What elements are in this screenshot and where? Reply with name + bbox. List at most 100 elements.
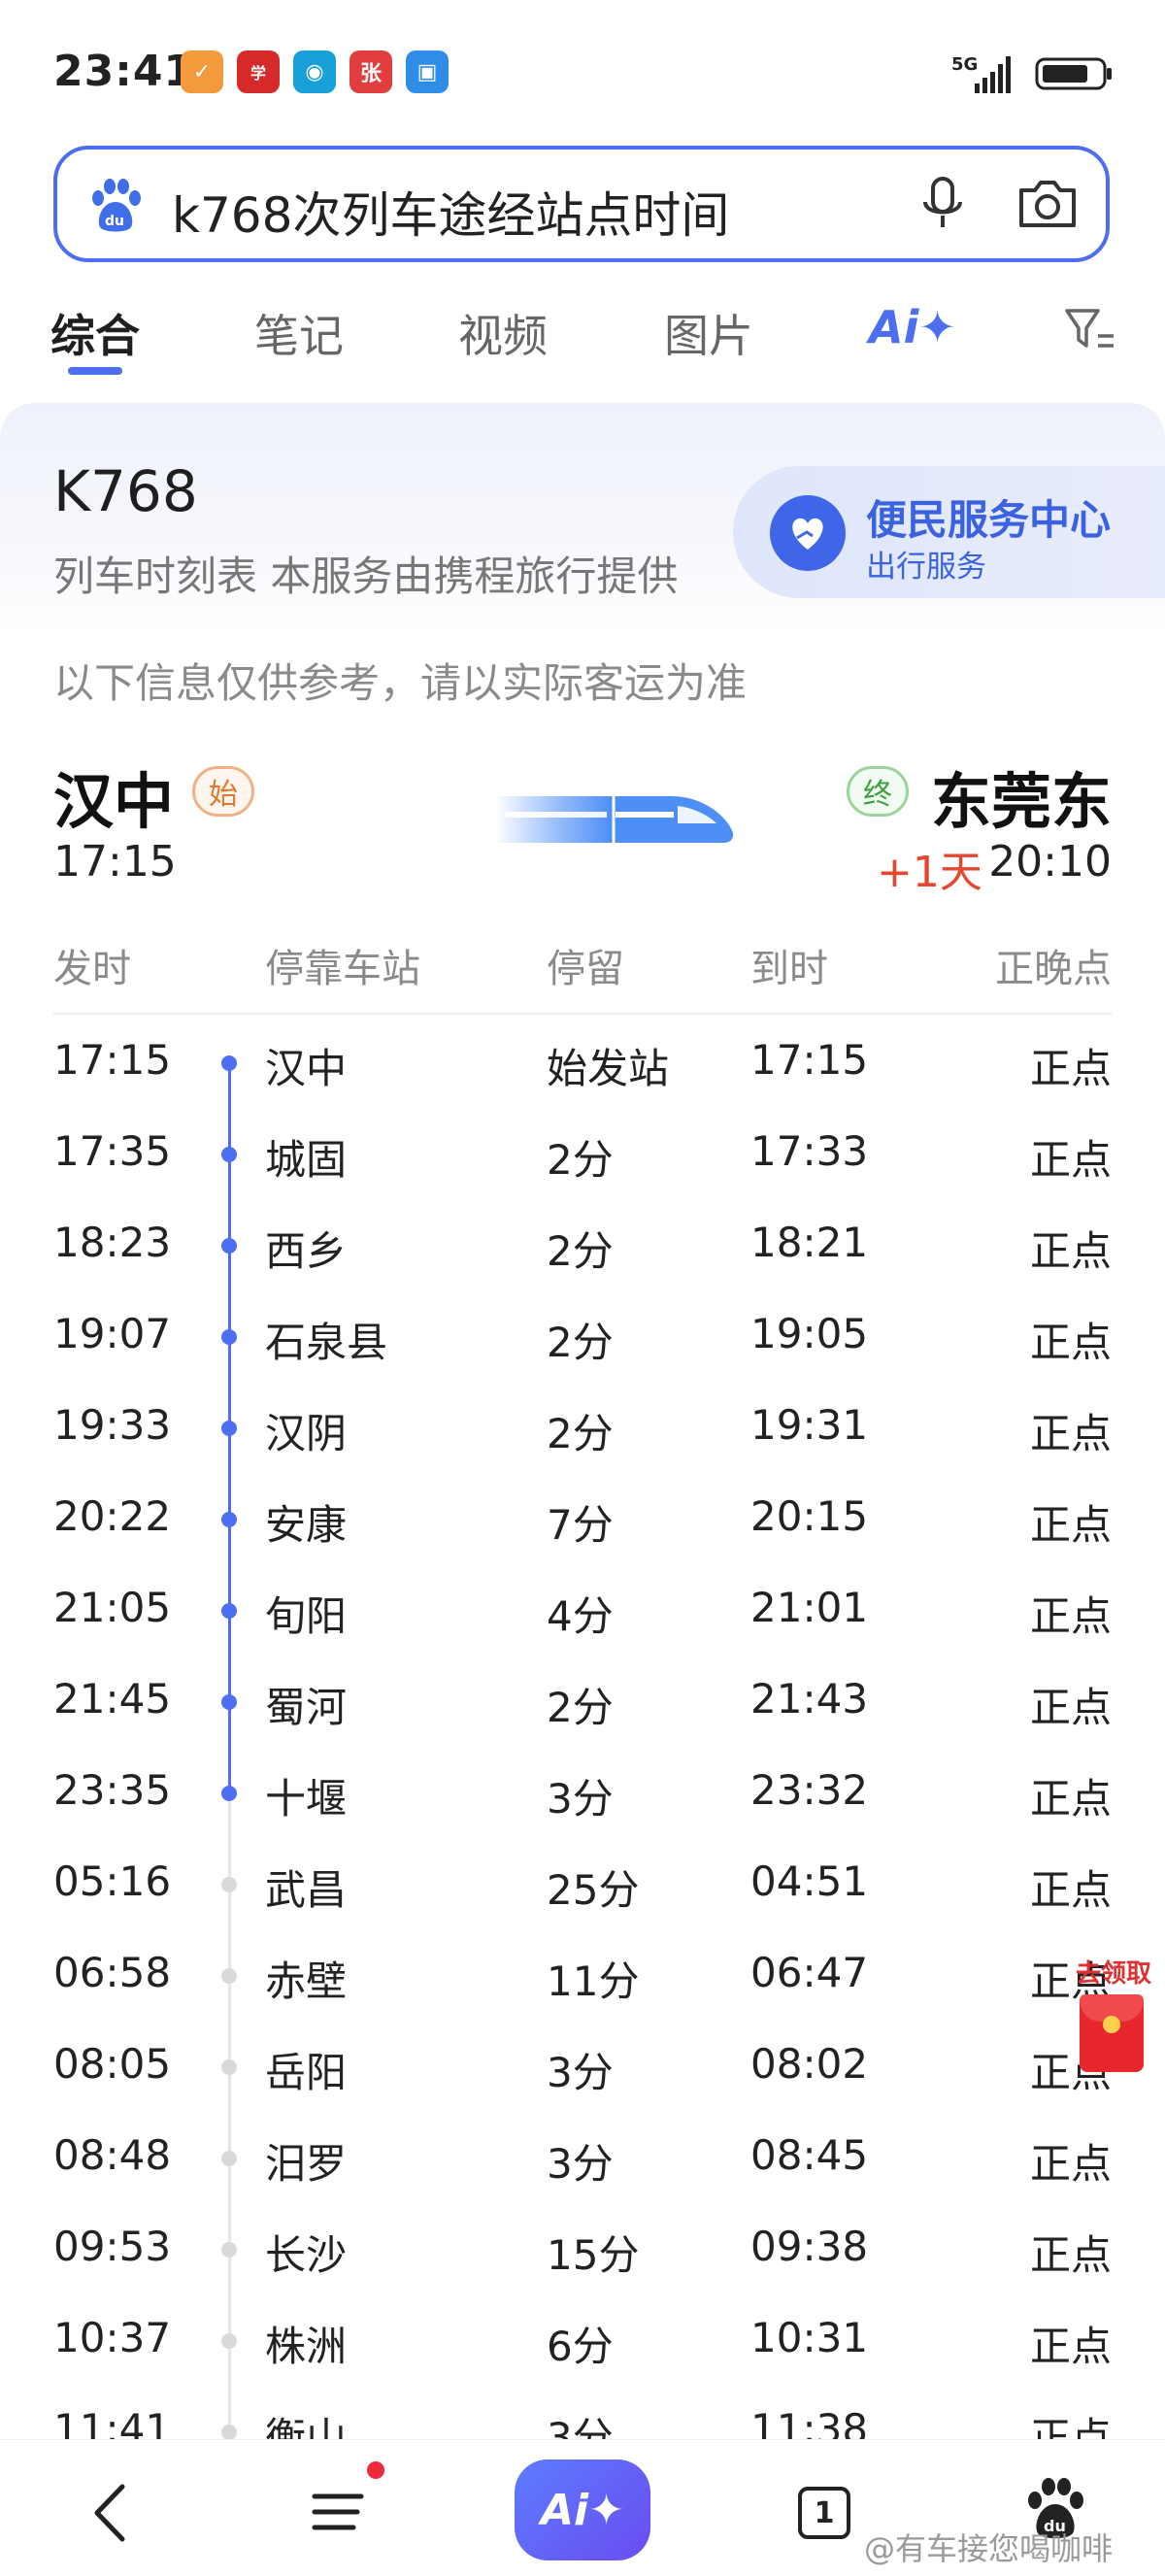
on-time-cell: 正点 xyxy=(1029,1866,1112,1914)
header-departure: 发时 xyxy=(53,947,131,991)
app-notification-icon: 张 xyxy=(350,50,392,93)
station-dot xyxy=(221,1055,237,1071)
arrival-cell: 09:38 xyxy=(750,2223,869,2270)
stay-cell: 3分 xyxy=(547,2049,614,2096)
on-time-cell: 正点 xyxy=(1029,2231,1112,2279)
stay-cell: 3分 xyxy=(547,2140,614,2188)
on-time-cell: 正点 xyxy=(1029,1045,1112,1092)
departure-cell: 09:53 xyxy=(53,2223,172,2270)
station-cell: 石泉县 xyxy=(265,1319,388,1366)
tab-images[interactable]: 图片 xyxy=(664,301,753,365)
arrival-cell: 18:21 xyxy=(750,1219,869,1266)
table-row: 09:53 长沙 15分 09:38 正点 xyxy=(0,2201,1165,2292)
red-packet-button[interactable]: 去领取 xyxy=(1068,1954,1165,2080)
service-center-button[interactable]: 便民服务中心 出行服务 xyxy=(733,466,1165,598)
train-number: K768 xyxy=(53,458,198,524)
battery-icon xyxy=(1035,57,1112,90)
arrival-cell: 04:51 xyxy=(750,1857,869,1905)
departure-cell: 05:16 xyxy=(53,1857,172,1905)
header-station: 停靠车站 xyxy=(265,947,420,991)
stay-cell: 2分 xyxy=(547,1319,614,1366)
station-dot xyxy=(221,2425,237,2440)
departure-cell: 17:15 xyxy=(53,1036,172,1084)
station-dot xyxy=(221,1603,237,1619)
station-cell: 西乡 xyxy=(265,1227,348,1275)
tab-ai[interactable]: Ai✦ xyxy=(869,301,956,353)
search-input[interactable]: k768次列车途经站点时间 xyxy=(172,177,729,247)
station-dot xyxy=(221,1238,237,1254)
table-row: 23:35 十堰 3分 23:32 正点 xyxy=(0,1745,1165,1836)
service-subtitle: 出行服务 xyxy=(866,550,986,585)
microphone-icon[interactable] xyxy=(912,173,974,235)
table-row: 21:05 旬阳 4分 21:01 正点 xyxy=(0,1562,1165,1654)
active-tab-indicator xyxy=(68,367,122,375)
table-row: 21:45 蜀河 2分 21:43 正点 xyxy=(0,1654,1165,1745)
arrival-cell: 08:02 xyxy=(750,2040,869,2088)
table-row: 05:16 武昌 25分 04:51 正点 xyxy=(0,1836,1165,1927)
on-time-cell: 正点 xyxy=(1029,1410,1112,1457)
back-icon[interactable] xyxy=(85,2479,134,2547)
departure-cell: 10:37 xyxy=(53,2314,172,2361)
stay-cell: 2分 xyxy=(547,1410,614,1457)
arrival-time: 20:10 xyxy=(988,837,1112,887)
table-row: 19:07 石泉县 2分 19:05 正点 xyxy=(0,1288,1165,1380)
search-bar[interactable]: du k768次列车途经站点时间 xyxy=(53,146,1110,262)
table-row: 10:37 株洲 6分 10:31 正点 xyxy=(0,2292,1165,2384)
departure-cell: 21:45 xyxy=(53,1675,172,1723)
service-title: 便民服务中心 xyxy=(866,496,1112,544)
station-dot xyxy=(221,2333,237,2349)
on-time-cell: 正点 xyxy=(1029,1136,1112,1184)
result-tabs: 综合 笔记 视频 图片 Ai✦ xyxy=(0,291,1165,388)
filter-icon[interactable] xyxy=(1063,303,1117,357)
day-offset: +1天 xyxy=(877,848,982,897)
signal-5g-icon: 5G xyxy=(951,54,1011,93)
arrival-cell: 20:15 xyxy=(750,1492,869,1540)
station-dot xyxy=(221,1512,237,1527)
departure-cell: 19:33 xyxy=(53,1401,172,1449)
menu-icon[interactable] xyxy=(309,2483,371,2541)
station-dot xyxy=(221,1877,237,1892)
table-row: 17:35 城固 2分 17:33 正点 xyxy=(0,1106,1165,1197)
station-cell: 武昌 xyxy=(265,1866,348,1914)
station-dot xyxy=(221,1786,237,1801)
ai-assistant-button[interactable]: Ai✦ xyxy=(515,2459,650,2560)
disclaimer-text: 以下信息仅供参考，请以实际客运为准 xyxy=(53,659,748,707)
station-cell: 旬阳 xyxy=(265,1592,348,1640)
departure-cell: 06:58 xyxy=(53,1949,172,1996)
station-cell: 长沙 xyxy=(265,2231,348,2279)
tab-videos[interactable]: 视频 xyxy=(458,301,548,365)
departure-cell: 21:05 xyxy=(53,1584,172,1631)
camera-icon[interactable] xyxy=(1014,173,1082,235)
on-time-cell: 正点 xyxy=(1029,2140,1112,2188)
arrival-cell: 08:45 xyxy=(750,2131,869,2179)
station-cell: 株洲 xyxy=(265,2323,348,2370)
stay-cell: 6分 xyxy=(547,2323,614,2370)
station-dot xyxy=(221,1147,237,1162)
stay-cell: 2分 xyxy=(547,1136,614,1184)
station-cell: 十堰 xyxy=(265,1775,348,1823)
arrival-cell: 06:47 xyxy=(750,1949,869,1996)
table-row: 06:58 赤壁 11分 06:47 正点 xyxy=(0,1927,1165,2019)
red-packet-label: 去领取 xyxy=(1076,1959,1152,1989)
stay-cell: 25分 xyxy=(547,1866,640,1914)
app-notification-icon: 学 xyxy=(237,50,280,93)
table-row: 18:23 西乡 2分 18:21 正点 xyxy=(0,1197,1165,1288)
station-cell: 汉阴 xyxy=(265,1410,348,1457)
tab-all[interactable]: 综合 xyxy=(50,301,140,365)
header-stay: 停留 xyxy=(547,947,624,991)
station-cell: 汉中 xyxy=(265,1045,348,1092)
status-time: 23:41 xyxy=(53,47,195,96)
tab-notes[interactable]: 笔记 xyxy=(254,301,344,365)
tabs-count-icon[interactable]: 1 xyxy=(798,2487,850,2539)
table-row: 19:33 汉阴 2分 19:31 正点 xyxy=(0,1380,1165,1471)
station-dot xyxy=(221,1329,237,1345)
on-time-cell: 正点 xyxy=(1029,1684,1112,1731)
stay-cell: 2分 xyxy=(547,1684,614,1731)
station-cell: 汨罗 xyxy=(265,2140,348,2188)
app-notification-icon: ✓ xyxy=(181,50,223,93)
station-cell: 城固 xyxy=(265,1136,348,1184)
on-time-cell: 正点 xyxy=(1029,1227,1112,1275)
departure-cell: 20:22 xyxy=(53,1492,172,1540)
notification-dot xyxy=(367,2461,384,2479)
departure-cell: 08:05 xyxy=(53,2040,172,2088)
